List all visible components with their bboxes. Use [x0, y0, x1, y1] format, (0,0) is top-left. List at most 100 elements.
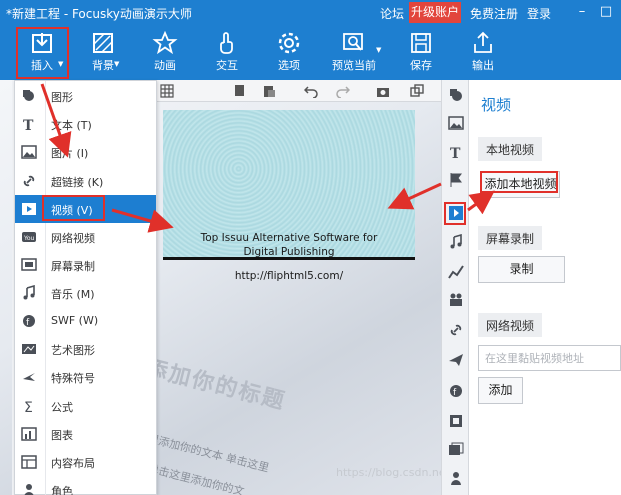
- layout-icon: [21, 455, 37, 469]
- menu-item-label: 图形: [51, 91, 73, 104]
- panel-title: 视频: [481, 96, 512, 114]
- frame-icon[interactable]: [410, 84, 424, 98]
- formula-icon: Σ: [24, 400, 33, 414]
- svg-text:Σ: Σ: [24, 400, 33, 414]
- flag-icon[interactable]: [448, 172, 464, 188]
- copy-icon[interactable]: [232, 84, 246, 98]
- login-link[interactable]: 登录: [527, 5, 551, 22]
- minimize-button[interactable]: –: [574, 4, 590, 20]
- chart-icon: [21, 427, 37, 441]
- camera-icon[interactable]: [376, 84, 390, 98]
- insert-menu: 图形 T 文本 (T) 图片 (I) 超链接 (K) 视频 (V) You 网络视频 屏幕录制音…: [14, 80, 157, 495]
- menu-item-shape[interactable]: 图形: [15, 82, 156, 110]
- svg-text:T: T: [450, 146, 461, 160]
- menu-item-label: SWF (W): [51, 314, 99, 327]
- people-icon[interactable]: [448, 291, 464, 307]
- menu-item-label: 屏幕录制: [51, 260, 95, 273]
- menu-item-swf[interactable]: f SWF (W): [15, 307, 156, 335]
- menu-item-formula[interactable]: Σ 公式: [15, 392, 156, 420]
- menu-item-youtube[interactable]: You 网络视频: [15, 223, 156, 251]
- swf-icon: f: [23, 315, 35, 328]
- options-button[interactable]: 选项: [266, 26, 312, 80]
- inserted-image-frame[interactable]: Top Issuu Alternative Software for Digit…: [163, 110, 415, 282]
- menu-item-label: 内容布局: [51, 457, 95, 470]
- paste-icon[interactable]: [262, 84, 276, 98]
- menu-item-role[interactable]: 角色: [15, 476, 156, 495]
- symbol-icon: [23, 373, 35, 381]
- save-button[interactable]: 保存: [398, 26, 444, 80]
- export-icon: [474, 31, 492, 53]
- gallery-icon[interactable]: [448, 442, 464, 458]
- animation-label: 动画: [154, 59, 176, 72]
- background-dropdown-icon: ▼: [114, 60, 120, 68]
- grid-icon[interactable]: [160, 84, 174, 98]
- maximize-button[interactable]: □: [598, 4, 614, 20]
- video-icon: [22, 203, 36, 215]
- screen-record-icon: [21, 258, 37, 271]
- link-icon[interactable]: [448, 322, 464, 338]
- shape-icon[interactable]: [448, 87, 464, 103]
- youtube-icon: You: [22, 232, 36, 242]
- menu-item-label: 图表: [51, 429, 73, 442]
- frame-text-line-2: Digital Publishing: [243, 246, 335, 258]
- menu-item-label: 艺术图形: [51, 344, 95, 357]
- animation-icon: [152, 30, 178, 55]
- text-icon[interactable]: T: [448, 144, 464, 160]
- plane-icon[interactable]: [448, 352, 464, 368]
- menu-item-label: 特殊符号: [51, 372, 95, 385]
- menu-item-label: 超链接 (K): [51, 176, 104, 189]
- svg-text:You: You: [23, 235, 35, 242]
- right-icon-strip: Tf: [441, 80, 469, 495]
- menu-item-chart[interactable]: 图表: [15, 420, 156, 448]
- web-video-section: 网络视频: [478, 313, 543, 337]
- menu-item-label: 图片 (I): [51, 147, 89, 160]
- menu-item-art-shape[interactable]: 艺术图形: [15, 335, 156, 363]
- export-label: 输出: [472, 59, 494, 72]
- link-icon: [23, 175, 35, 187]
- export-button[interactable]: 输出: [460, 26, 506, 80]
- role-icon[interactable]: [448, 470, 464, 486]
- menu-item-label: 角色: [51, 485, 73, 495]
- menu-item-link[interactable]: 超链接 (K): [15, 167, 156, 195]
- add-local-video-highlight-box: [480, 171, 558, 193]
- add-video-url-button[interactable]: 添加: [478, 377, 523, 404]
- register-link[interactable]: 免费注册: [470, 5, 518, 22]
- frame-text-line-3: http://fliphtml5.com/: [234, 270, 344, 282]
- interaction-label: 交互: [216, 59, 238, 72]
- svg-text:T: T: [23, 118, 34, 132]
- menu-item-layout[interactable]: 内容布局: [15, 448, 156, 476]
- options-label: 选项: [278, 59, 300, 72]
- save-label: 保存: [410, 59, 432, 72]
- menu-item-music[interactable]: 音乐 (M): [15, 279, 156, 307]
- animation-button[interactable]: 动画: [142, 26, 188, 80]
- layers-icon[interactable]: [448, 413, 464, 429]
- video-url-input[interactable]: [478, 345, 621, 371]
- redo-icon[interactable]: [336, 84, 350, 98]
- menu-item-image[interactable]: 图片 (I): [15, 138, 156, 166]
- upgrade-account-button[interactable]: 升级账户: [409, 2, 461, 23]
- menu-item-label: 文本 (T): [51, 119, 92, 132]
- menu-item-screen-record[interactable]: 屏幕录制: [15, 251, 156, 279]
- video-menu-highlight-box: [42, 195, 105, 221]
- image-icon[interactable]: [448, 115, 464, 131]
- background-button[interactable]: 背景: [80, 26, 126, 80]
- main-toolbar: 插入 背景 动画 交互 选项 预览当前 保存 输出 ▼ ▼ ▼: [0, 26, 621, 80]
- chart-icon[interactable]: [448, 263, 464, 279]
- menu-item-label: 网络视频: [51, 232, 95, 245]
- background-icon: [93, 33, 113, 53]
- swf-icon[interactable]: f: [448, 383, 464, 399]
- undo-icon[interactable]: [304, 84, 318, 98]
- role-icon: [24, 484, 34, 495]
- video-properties-panel: 视频 本地视频 添加本地视频 屏幕录制 录制 网络视频 添加: [469, 80, 621, 495]
- menu-item-text[interactable]: T 文本 (T): [15, 110, 156, 138]
- frame-text-line-1: Top Issuu Alternative Software for: [200, 232, 378, 244]
- insert-highlight-box: [16, 27, 69, 79]
- menu-item-label: 音乐 (M): [51, 288, 95, 301]
- interaction-button[interactable]: 交互: [204, 26, 250, 80]
- text-icon: T: [23, 118, 34, 132]
- menu-item-symbol[interactable]: 特殊符号: [15, 363, 156, 391]
- preview-dropdown-icon: ▼: [376, 46, 382, 54]
- forum-link[interactable]: 论坛: [380, 5, 404, 22]
- music-icon[interactable]: [448, 234, 464, 250]
- record-button[interactable]: 录制: [478, 256, 565, 283]
